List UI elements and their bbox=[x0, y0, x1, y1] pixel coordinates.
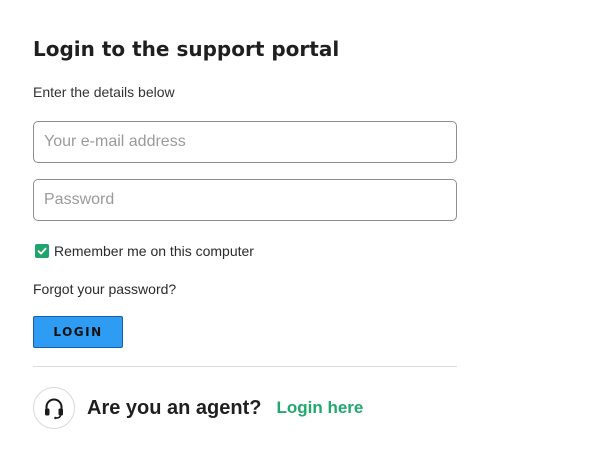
agent-login-link[interactable]: Login here bbox=[276, 398, 363, 418]
page-subtitle: Enter the details below bbox=[33, 84, 175, 100]
remember-me-option[interactable]: Remember me on this computer bbox=[35, 243, 254, 259]
email-field[interactable] bbox=[33, 121, 457, 163]
remember-me-label: Remember me on this computer bbox=[54, 243, 254, 259]
forgot-password-link[interactable]: Forgot your password? bbox=[33, 281, 176, 297]
agent-login-row: Are you an agent? Login here bbox=[33, 386, 363, 430]
login-button[interactable]: LOGIN bbox=[33, 316, 123, 348]
headset-icon bbox=[45, 398, 63, 420]
page-title: Login to the support portal bbox=[33, 37, 340, 61]
remember-me-checkbox[interactable] bbox=[35, 244, 49, 258]
agent-avatar bbox=[33, 387, 75, 429]
agent-question: Are you an agent? bbox=[87, 396, 262, 419]
password-field[interactable] bbox=[33, 179, 457, 221]
checkmark-icon bbox=[37, 247, 47, 255]
divider bbox=[33, 366, 457, 367]
